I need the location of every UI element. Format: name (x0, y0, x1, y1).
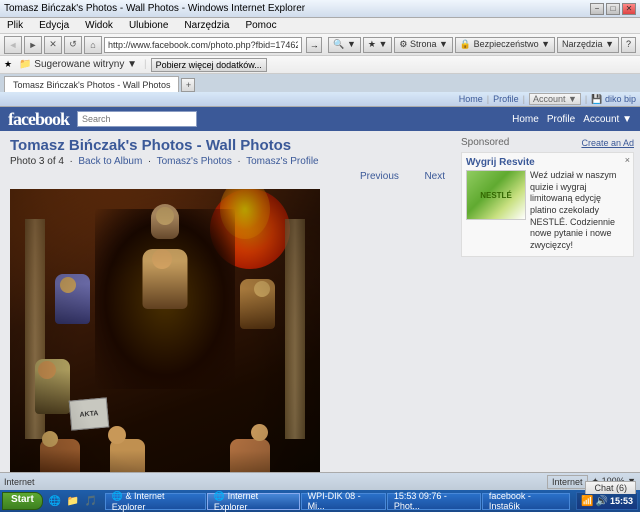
sidebar: Sponsored Create an Ad × Wygrij Resvite … (455, 131, 640, 472)
head-5 (38, 361, 56, 379)
facebook-logo: facebook (8, 109, 69, 130)
create-ad-link[interactable]: Create an Ad (581, 138, 634, 148)
new-tab-button[interactable]: + (181, 78, 195, 92)
figure-bottom-3 (230, 439, 270, 472)
menu-file[interactable]: Plik (4, 19, 26, 32)
tools-button[interactable]: ⚙ Strona ▼ (394, 37, 453, 53)
fb-account-link[interactable]: Account ▼ (583, 114, 632, 125)
ie-home-link[interactable]: Home (459, 94, 483, 104)
refresh-button[interactable]: ↺ (64, 36, 82, 54)
taskbar-item-1[interactable]: 🌐 & Internet Explorer (105, 493, 206, 510)
previous-photo-link[interactable]: Previous (360, 171, 399, 182)
page-title: Tomasz Bińczak's Photos - Wall Photos (10, 137, 445, 154)
photo-count: Photo 3 of 4 (10, 156, 64, 167)
safety-button[interactable]: 🔒 Bezpieczeństwo ▼ (455, 37, 555, 53)
head-2 (152, 249, 172, 269)
go-button[interactable]: → (306, 37, 322, 53)
tray-sound-icon: 🔊 (596, 496, 608, 507)
head-7 (108, 426, 126, 444)
back-button[interactable]: ◄ (4, 36, 22, 54)
taskbar-ie-icon[interactable]: 🌐 (47, 493, 63, 509)
ad-body-text: Weź udział w naszym quizie i wygraj limi… (530, 170, 629, 252)
tomasz-profile-link[interactable]: Tomasz's Profile (246, 156, 319, 167)
favorites-button[interactable]: ★ ▼ (363, 37, 392, 53)
pillar-right (285, 219, 305, 439)
address-text: http://www.facebook.com/photo.php?fbid=1… (108, 40, 298, 50)
forward-button[interactable]: ► (24, 36, 42, 54)
favorites-icon: ★ (4, 59, 12, 70)
chat-bar[interactable]: Chat (6) (585, 481, 636, 494)
photo-container: AKTA (10, 189, 320, 472)
tools2-button[interactable]: Narzędzia ▼ (557, 37, 619, 53)
menu-view[interactable]: Widok (82, 19, 116, 32)
browser-tab[interactable]: Tomasz Bińczak's Photos - Wall Photos (4, 76, 179, 92)
close-button[interactable]: ✕ (622, 3, 636, 15)
taskbar-item-2[interactable]: 🌐 Internet Explorer (207, 493, 300, 510)
breadcrumb: Photo 3 of 4 · Back to Album · Tomasz's … (10, 156, 445, 167)
menu-help[interactable]: Pomoc (242, 19, 279, 32)
taskbar-item-4[interactable]: 15:53 09:76 - Phot... (387, 493, 481, 510)
minimize-button[interactable]: − (590, 3, 604, 15)
start-button[interactable]: Start (2, 492, 43, 510)
menu-favorites[interactable]: Ulubione (126, 19, 171, 32)
taskbar-item-5[interactable]: facebook - Insta6ik (482, 493, 570, 510)
taskbar-items: 🌐 & Internet Explorer 🌐 Internet Explore… (105, 493, 570, 510)
taskbar: Start 🌐 📁 🎵 🌐 & Internet Explorer 🌐 Inte… (0, 490, 640, 512)
help-button[interactable]: ? (621, 37, 636, 53)
next-photo-link[interactable]: Next (424, 171, 445, 182)
head-3 (60, 277, 76, 293)
stop-button[interactable]: ✕ (44, 36, 62, 54)
status-text: Internet (4, 477, 547, 487)
sponsored-label: Sponsored (461, 137, 509, 148)
menu-tools[interactable]: Narzędzia (181, 19, 232, 32)
ad-close-button[interactable]: × (625, 155, 630, 165)
ad-image-text: NESTLÉ (480, 191, 512, 200)
photo-artwork: AKTA (10, 189, 320, 472)
search-button[interactable]: 🔍 ▼ (328, 37, 361, 53)
ad-image: NESTLÉ (466, 170, 526, 220)
maximize-button[interactable]: □ (606, 3, 620, 15)
head-4 (254, 281, 270, 297)
ie-profile-link[interactable]: Profile (493, 94, 519, 104)
security-zone: Internet (547, 475, 588, 489)
browser-title: Tomasz Bińczak's Photos - Wall Photos - … (4, 3, 590, 14)
status-bar: Internet Internet ✦ 100% ▼ (0, 472, 640, 490)
taskbar-media-icon[interactable]: 🎵 (83, 493, 99, 509)
taskbar-folder-icon[interactable]: 📁 (65, 493, 81, 509)
ad-box: × Wygrij Resvite NESTLÉ Weź udział w nas… (461, 152, 634, 257)
disk-label: 💾 diko bip (591, 94, 636, 105)
get-more-addons[interactable]: Pobierz więcej dodatków... (151, 58, 267, 72)
akta-box: AKTA (69, 397, 109, 430)
fb-home-link[interactable]: Home (512, 114, 539, 125)
head-8 (251, 424, 268, 441)
taskbar-item-3[interactable]: WPI-DIK 08 - Mi... (301, 493, 386, 510)
tomasz-photos-link[interactable]: Tomasz's Photos (157, 156, 232, 167)
ad-title[interactable]: Wygrij Resvite (466, 157, 629, 168)
ie-account-button[interactable]: Account ▼ (529, 93, 581, 105)
head-1 (156, 207, 174, 225)
address-bar[interactable]: http://www.facebook.com/photo.php?fbid=1… (104, 37, 302, 53)
fb-profile-link[interactable]: Profile (547, 114, 575, 125)
suggested-sites[interactable]: 📁 Sugerowane witryny ▼ (16, 58, 140, 71)
tray-network-icon: 📶 (581, 496, 593, 507)
menu-edit[interactable]: Edycja (36, 19, 72, 32)
back-to-album-link[interactable]: Back to Album (78, 156, 142, 167)
search-input[interactable] (77, 111, 197, 127)
head-6 (42, 431, 58, 447)
home-button[interactable]: ⌂ (84, 36, 102, 54)
system-tray: 📶 🔊 15:53 (576, 492, 638, 510)
tray-time: 15:53 (610, 496, 633, 506)
